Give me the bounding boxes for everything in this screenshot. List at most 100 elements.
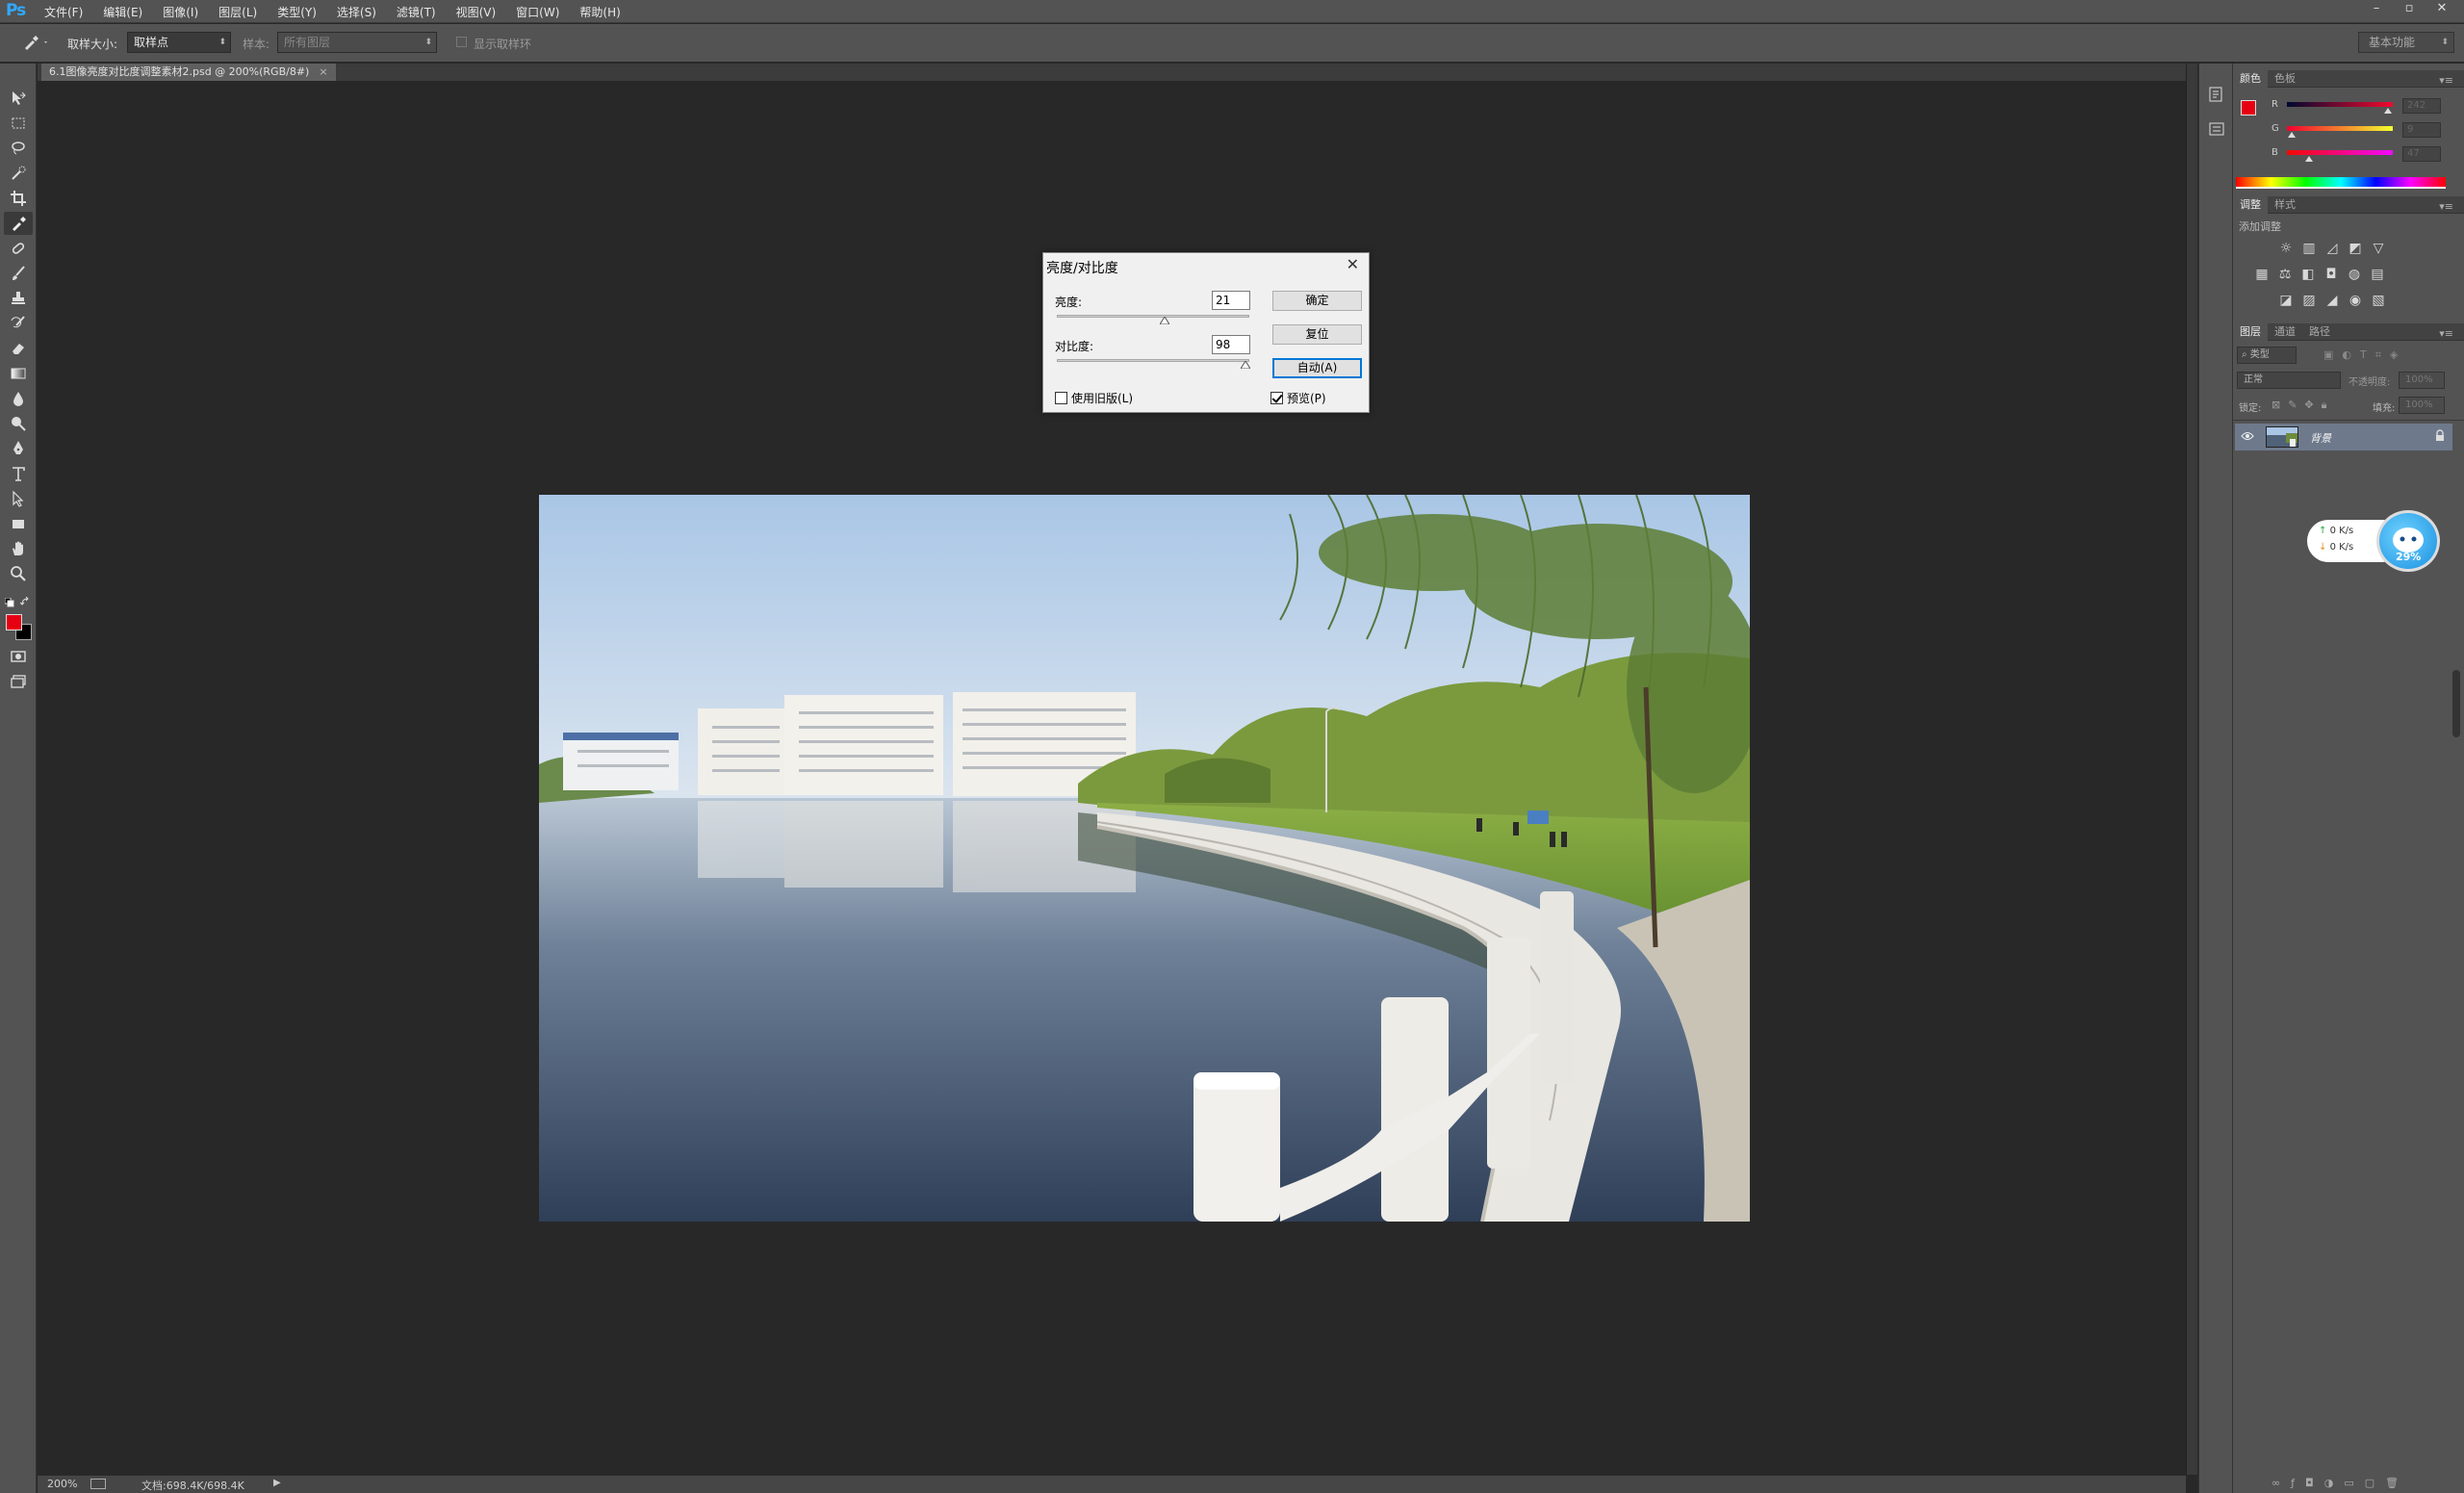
screen-mode-icon[interactable] (4, 670, 33, 693)
restore-button[interactable]: ▫ (2393, 0, 2426, 17)
color-balance-icon[interactable]: ⚖ (2276, 267, 2294, 282)
g-value-input[interactable]: 9 (2402, 122, 2441, 138)
menu-help[interactable]: 帮助(H) (579, 4, 620, 20)
panel-menu-icon[interactable]: ▾≡ (2432, 325, 2460, 343)
crop-tool-icon[interactable] (4, 187, 33, 210)
b-slider-thumb[interactable] (2305, 156, 2313, 162)
brush-tool-icon[interactable] (4, 262, 33, 285)
preview-checkbox-box[interactable] (1270, 392, 1283, 404)
move-tool-icon[interactable] (4, 87, 33, 110)
invert-icon[interactable]: ◪ (2277, 293, 2295, 308)
zoom-tool-icon[interactable] (4, 562, 33, 585)
color-lookup-icon[interactable]: ▤ (2369, 267, 2386, 282)
r-slider-thumb[interactable] (2384, 108, 2392, 114)
g-slider[interactable] (2287, 126, 2393, 131)
menu-select[interactable]: 选择(S) (337, 4, 376, 20)
menu-file[interactable]: 文件(F) (44, 4, 83, 20)
preview-checkbox[interactable]: 预览(P) (1270, 390, 1326, 406)
status-icon[interactable] (90, 1479, 106, 1489)
menu-image[interactable]: 图像(I) (163, 4, 198, 20)
eyedropper-tool-preset-icon[interactable] (21, 33, 50, 52)
contrast-slider-thumb[interactable] (1241, 361, 1250, 369)
network-speed-widget[interactable]: ↑ 0 K/s ↓ 0 K/s 29% (2307, 510, 2442, 572)
pen-tool-icon[interactable] (4, 437, 33, 460)
workspace-select[interactable]: 基本功能 ⬍ (2358, 32, 2454, 53)
panel-menu-icon[interactable]: ▾≡ (2432, 72, 2460, 90)
swap-colors-icon[interactable] (20, 597, 30, 606)
tab-styles[interactable]: 样式 (2268, 196, 2302, 214)
tab-color[interactable]: 颜色 (2233, 70, 2268, 88)
foreground-color-swatch[interactable] (6, 614, 22, 631)
exposure-icon[interactable]: ◩ (2347, 241, 2364, 256)
brightness-contrast-icon[interactable]: ☼ (2277, 241, 2295, 256)
tab-close-icon[interactable]: × (319, 65, 327, 78)
eyedropper-tool-icon[interactable] (4, 212, 33, 235)
rectangle-tool-icon[interactable] (4, 512, 33, 535)
r-value-input[interactable]: 242 (2402, 98, 2441, 114)
reset-button[interactable]: 复位 (1272, 324, 1362, 345)
panel-menu-icon[interactable]: ▾≡ (2432, 198, 2460, 216)
path-selection-tool-icon[interactable] (4, 487, 33, 510)
selective-color-icon[interactable]: ◉ (2347, 293, 2364, 308)
tab-channels[interactable]: 通道 (2268, 323, 2302, 341)
dodge-tool-icon[interactable] (4, 412, 33, 435)
dialog-close-button[interactable]: ✕ (1347, 255, 1359, 273)
brightness-input[interactable]: 21 (1212, 291, 1250, 310)
lock-icons[interactable]: ⊠✎✥🔒︎ (2272, 399, 2335, 412)
canvas-image[interactable] (539, 495, 1750, 1222)
b-slider[interactable] (2287, 150, 2393, 155)
tab-paths[interactable]: 路径 (2302, 323, 2337, 341)
color-spectrum-ramp[interactable] (2236, 177, 2446, 189)
gradient-tool-icon[interactable] (4, 362, 33, 385)
tab-adjustments[interactable]: 调整 (2233, 196, 2268, 214)
document-tab[interactable]: 6.1图像亮度对比度调整素材2.psd @ 200%(RGB/8#) × (41, 64, 336, 81)
show-ring-checkbox[interactable] (456, 37, 467, 47)
ok-button[interactable]: 确定 (1272, 291, 1362, 311)
hand-tool-icon[interactable] (4, 537, 33, 560)
sample-size-select[interactable]: 取样点 ⬍ (127, 32, 231, 53)
history-panel-icon[interactable] (2207, 85, 2226, 104)
blend-mode-select[interactable]: 正常 (2237, 372, 2341, 389)
healing-brush-tool-icon[interactable] (4, 237, 33, 260)
auto-button[interactable]: 自动(A) (1272, 358, 1362, 378)
layer-row-background[interactable]: 背景 (2235, 424, 2452, 450)
blur-tool-icon[interactable] (4, 387, 33, 410)
menu-edit[interactable]: 编辑(E) (103, 4, 142, 20)
quick-selection-tool-icon[interactable] (4, 162, 33, 185)
type-tool-icon[interactable] (4, 462, 33, 485)
minimize-button[interactable]: – (2360, 0, 2393, 17)
layers-bottom-icons[interactable]: ∞ƒ◘◑▭▢🗑︎ (2272, 1477, 2409, 1489)
menu-view[interactable]: 视图(V) (456, 4, 497, 20)
channel-mixer-icon[interactable]: ◍ (2346, 267, 2363, 282)
brightness-slider[interactable] (1057, 315, 1249, 318)
tab-swatches[interactable]: 色板 (2268, 70, 2302, 88)
zoom-level[interactable]: 200% (47, 1478, 77, 1490)
gradient-map-icon[interactable]: ▧ (2370, 293, 2387, 308)
brightness-slider-thumb[interactable] (1160, 317, 1169, 324)
tab-layers[interactable]: 图层 (2233, 323, 2268, 341)
layer-filter-icons[interactable]: ▣◐T⌗◈ (2323, 348, 2406, 362)
curves-icon[interactable]: ◿ (2323, 241, 2341, 256)
sample-select[interactable]: 所有图层 ⬍ (277, 32, 437, 53)
default-colors-icon[interactable] (5, 598, 14, 607)
r-slider[interactable] (2287, 102, 2393, 107)
g-slider-thumb[interactable] (2288, 132, 2296, 138)
menu-layer[interactable]: 图层(L) (218, 4, 257, 20)
posterize-icon[interactable]: ▨ (2300, 293, 2318, 308)
vibrance-icon[interactable]: ▽ (2370, 241, 2387, 256)
eraser-tool-icon[interactable] (4, 337, 33, 360)
history-brush-tool-icon[interactable] (4, 312, 33, 335)
b-value-input[interactable]: 47 (2402, 146, 2441, 162)
quick-mask-icon[interactable] (4, 645, 33, 668)
clone-stamp-tool-icon[interactable] (4, 287, 33, 310)
fill-input[interactable]: 100% (2399, 397, 2445, 414)
contrast-input[interactable]: 98 (1212, 335, 1250, 354)
black-white-icon[interactable]: ◧ (2299, 267, 2317, 282)
opacity-input[interactable]: 100% (2399, 372, 2445, 389)
status-menu-arrow-icon[interactable]: ▶ (273, 1478, 281, 1488)
panel-foreground-swatch[interactable] (2241, 100, 2256, 116)
vertical-scrollbar[interactable] (2186, 64, 2197, 1475)
use-legacy-checkbox-box[interactable] (1055, 392, 1067, 404)
photo-filter-icon[interactable]: ◘ (2323, 267, 2340, 282)
menu-filter[interactable]: 滤镜(T) (397, 4, 436, 20)
